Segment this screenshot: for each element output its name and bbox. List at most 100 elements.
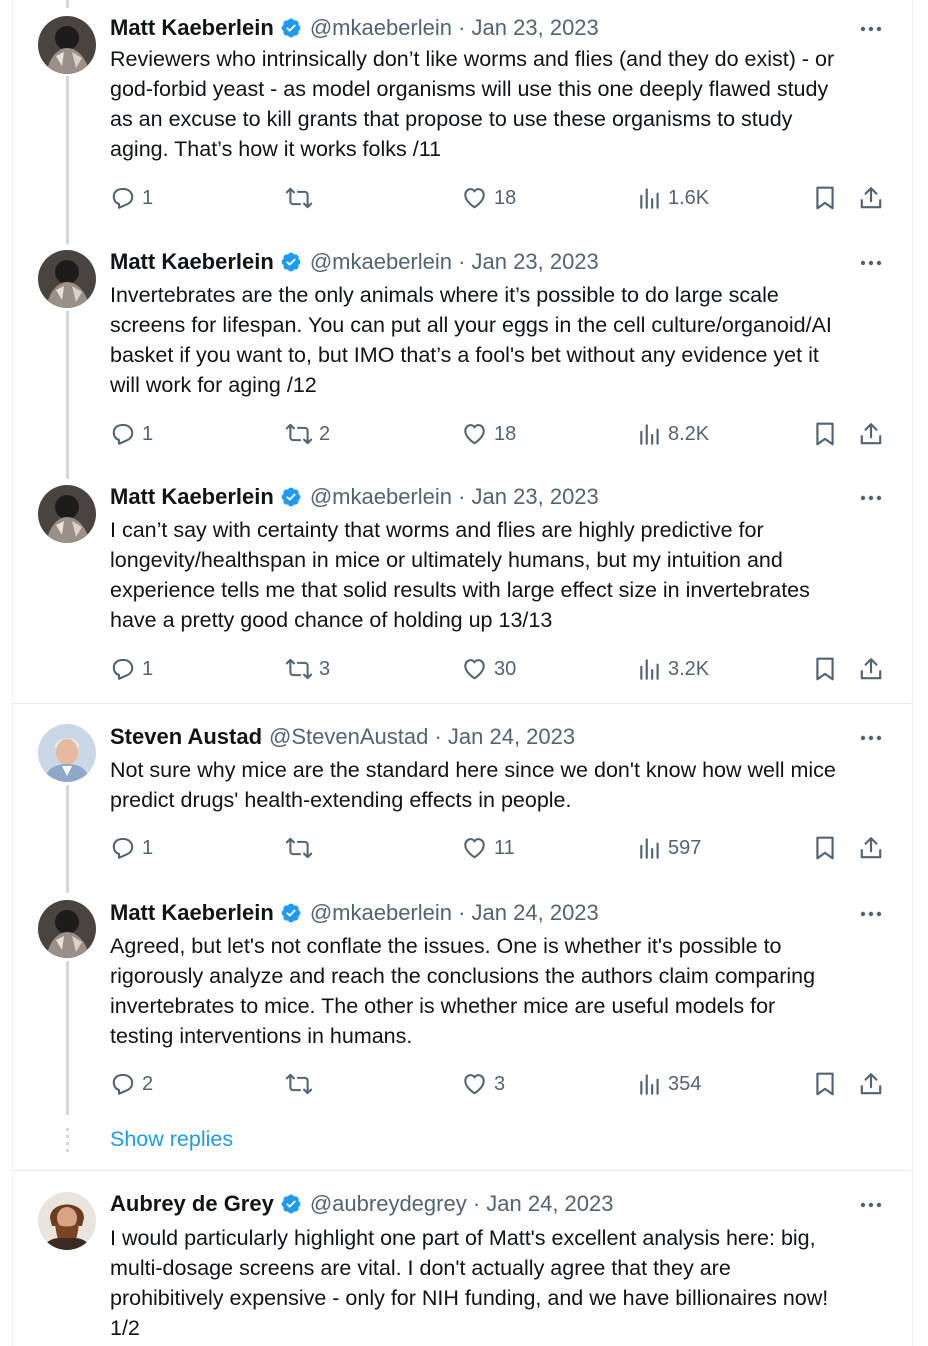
share-icon xyxy=(860,423,882,445)
like-count: 3 xyxy=(494,1072,506,1095)
thread-line xyxy=(66,0,69,8)
view-count: 1.6K xyxy=(668,186,710,209)
bookmark-button[interactable] xyxy=(813,832,837,864)
bookmark-icon xyxy=(816,186,834,210)
retweet-button[interactable] xyxy=(285,1068,319,1100)
like-button[interactable]: 11 xyxy=(461,832,515,864)
bookmark-button[interactable] xyxy=(813,1068,837,1100)
verified-badge-icon xyxy=(281,903,301,923)
retweet-count: 3 xyxy=(319,657,331,680)
author-name[interactable]: Matt Kaeberlein xyxy=(110,249,274,275)
tweet-text: Not sure why mice are the standard here … xyxy=(110,758,836,812)
tweet-header: Aubrey de Grey @aubreydegrey · Jan 24, 2… xyxy=(110,1189,613,1219)
author-name[interactable]: Steven Austad xyxy=(110,724,262,750)
more-icon[interactable] xyxy=(858,251,884,275)
avatar[interactable] xyxy=(38,16,96,74)
bookmark-button[interactable] xyxy=(813,182,837,214)
reply-button[interactable]: 1 xyxy=(110,418,153,450)
more-icon[interactable] xyxy=(858,1193,884,1217)
like-count: 30 xyxy=(494,657,517,680)
share-button[interactable] xyxy=(858,418,884,450)
tweet-actions: 2 3 354 xyxy=(0,1068,928,1100)
share-button[interactable] xyxy=(858,182,884,214)
handle-and-date[interactable]: @mkaeberlein · Jan 24, 2023 xyxy=(310,900,599,926)
tweet-header: Matt Kaeberlein @mkaeberlein · Jan 23, 2… xyxy=(110,482,599,512)
retweet-count: 2 xyxy=(319,422,331,445)
retweet-icon xyxy=(285,423,313,445)
author-name[interactable]: Aubrey de Grey xyxy=(110,1191,274,1217)
reply-button[interactable]: 1 xyxy=(110,182,153,214)
verified-badge-icon xyxy=(281,252,301,272)
retweet-icon xyxy=(285,837,313,859)
like-count: 18 xyxy=(494,186,517,209)
tweet-text: Agreed, but let's not conflate the issue… xyxy=(110,934,816,1048)
bookmark-icon xyxy=(816,836,834,860)
reply-button[interactable]: 1 xyxy=(110,653,153,685)
thread-dots xyxy=(66,1128,69,1154)
share-icon xyxy=(860,658,882,680)
handle-and-date[interactable]: @StevenAustad · Jan 24, 2023 xyxy=(269,724,575,750)
like-count: 18 xyxy=(494,422,517,445)
tweet-text: I can’t say with certainty that worms an… xyxy=(110,518,810,632)
share-icon xyxy=(860,1073,882,1095)
thread-line xyxy=(66,76,69,244)
divider xyxy=(12,1170,911,1171)
views-button[interactable]: 597 xyxy=(638,832,701,864)
like-button[interactable]: 30 xyxy=(461,653,516,685)
handle-and-date[interactable]: @mkaeberlein · Jan 23, 2023 xyxy=(310,249,599,275)
view-count: 597 xyxy=(668,836,702,859)
avatar[interactable] xyxy=(38,724,96,782)
like-icon xyxy=(464,424,485,445)
retweet-button[interactable]: 3 xyxy=(285,653,330,685)
like-icon xyxy=(464,188,485,209)
reply-button[interactable]: 2 xyxy=(110,1068,153,1100)
like-button[interactable]: 18 xyxy=(461,418,516,450)
retweet-button[interactable]: 2 xyxy=(285,418,330,450)
like-icon xyxy=(464,838,485,859)
handle-and-date[interactable]: @mkaeberlein · Jan 23, 2023 xyxy=(310,15,599,41)
tweet-actions: 1 11 597 xyxy=(0,832,928,864)
more-icon[interactable] xyxy=(858,17,884,41)
more-icon[interactable] xyxy=(858,486,884,510)
share-button[interactable] xyxy=(858,832,884,864)
verified-badge-icon xyxy=(281,1194,301,1214)
more-icon[interactable] xyxy=(858,902,884,926)
tweet-text: Invertebrates are the only animals where… xyxy=(110,283,832,397)
show-replies-link[interactable]: Show replies xyxy=(110,1127,233,1152)
views-button[interactable]: 354 xyxy=(638,1068,701,1100)
like-button[interactable]: 3 xyxy=(461,1068,505,1100)
share-button[interactable] xyxy=(858,653,884,685)
retweet-icon xyxy=(285,187,313,209)
tweet-header: Matt Kaeberlein @mkaeberlein · Jan 23, 2… xyxy=(110,13,599,43)
retweet-button[interactable] xyxy=(285,182,319,214)
author-name[interactable]: Matt Kaeberlein xyxy=(110,15,274,41)
reply-icon xyxy=(112,658,134,680)
avatar[interactable] xyxy=(38,485,96,543)
avatar[interactable] xyxy=(38,250,96,308)
share-button[interactable] xyxy=(858,1068,884,1100)
share-icon xyxy=(860,837,882,859)
bookmark-button[interactable] xyxy=(813,653,837,685)
reply-icon xyxy=(112,423,134,445)
verified-badge-icon xyxy=(281,487,301,507)
tweet-text: Reviewers who intrinsically don’t like w… xyxy=(110,47,835,161)
handle-and-date[interactable]: @mkaeberlein · Jan 23, 2023 xyxy=(310,484,599,510)
like-button[interactable]: 18 xyxy=(461,182,516,214)
reply-button[interactable]: 1 xyxy=(110,832,153,864)
view-count: 8.2K xyxy=(668,422,710,445)
author-name[interactable]: Matt Kaeberlein xyxy=(110,900,274,926)
handle-and-date[interactable]: @aubreydegrey · Jan 24, 2023 xyxy=(310,1191,614,1217)
views-button[interactable]: 3.2K xyxy=(638,653,709,685)
reply-count: 1 xyxy=(142,186,154,209)
views-button[interactable]: 1.6K xyxy=(638,182,709,214)
avatar[interactable] xyxy=(38,1192,96,1250)
author-name[interactable]: Matt Kaeberlein xyxy=(110,484,274,510)
tweet-header: Matt Kaeberlein @mkaeberlein · Jan 23, 2… xyxy=(110,247,599,277)
bookmark-button[interactable] xyxy=(813,418,837,450)
retweet-button[interactable] xyxy=(285,832,319,864)
bookmark-icon xyxy=(816,1072,834,1096)
more-icon[interactable] xyxy=(858,726,884,750)
avatar[interactable] xyxy=(38,900,96,958)
views-button[interactable]: 8.2K xyxy=(638,418,709,450)
divider xyxy=(12,703,911,704)
